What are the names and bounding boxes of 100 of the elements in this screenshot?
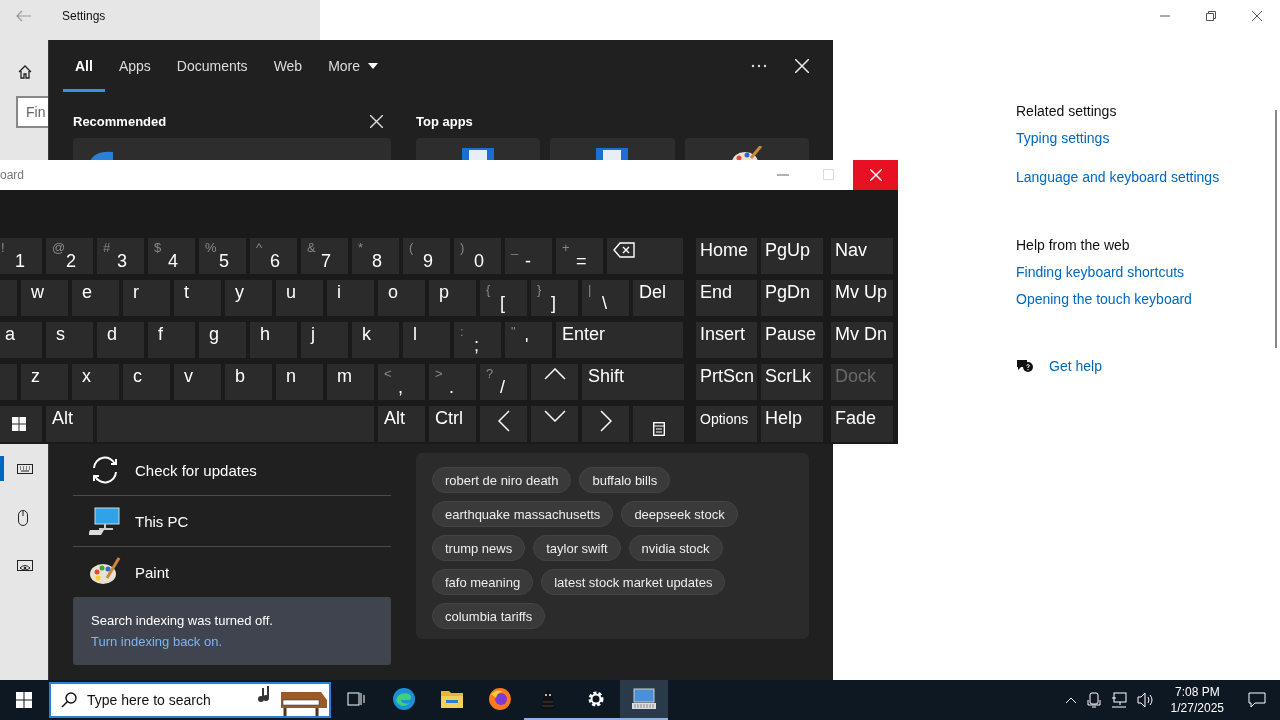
search-input[interactable]: Type here to search	[85, 691, 249, 709]
keyboard-key[interactable]: b	[225, 364, 272, 400]
keyboard-key[interactable]: Ctrl	[429, 406, 476, 442]
keyboard-key[interactable]: ? /	[480, 364, 527, 400]
keyboard-key[interactable]: } ]	[531, 280, 578, 316]
keyboard-key[interactable]: $ 4	[148, 238, 195, 274]
tab[interactable]: More	[316, 40, 391, 92]
keyboard-key[interactable]: : ;	[454, 322, 501, 358]
keyboard-key[interactable]: Mv Up	[831, 280, 893, 316]
search-chip[interactable]: deepseek stock	[621, 501, 738, 527]
keyboard-key[interactable]: | \	[582, 280, 629, 316]
keyboard-key[interactable]: ! 1	[0, 238, 42, 274]
close-icon[interactable]	[1252, 11, 1262, 21]
clock-time[interactable]: 7:08 PM	[1174, 684, 1220, 700]
scrollbar[interactable]	[1275, 110, 1277, 348]
search-chip[interactable]: fafo meaning	[432, 569, 534, 595]
keyboard-key[interactable]: r	[123, 280, 170, 316]
keyboard-key[interactable]: Options	[696, 406, 757, 442]
settings-link[interactable]: Typing settings	[1016, 127, 1110, 149]
keyboard-key[interactable]: < ,	[378, 364, 425, 400]
arrow-key[interactable]	[531, 364, 578, 400]
tab[interactable]: Apps	[106, 40, 163, 92]
keyboard-key[interactable]: PrtScn	[696, 364, 757, 400]
keyboard-key[interactable]: z	[21, 364, 68, 400]
search-field[interactable]: Type here to search	[49, 682, 331, 718]
keyboard-key[interactable]: n	[276, 364, 323, 400]
search-chip[interactable]: trump news	[432, 535, 526, 561]
keyboard-key[interactable]: Mv Dn	[831, 322, 893, 358]
keyboard-key[interactable]: j	[301, 322, 348, 358]
search-chip[interactable]: nvidia stock	[628, 535, 723, 561]
keyboard-key[interactable]: { [	[480, 280, 527, 316]
keyboard-key[interactable]: Shift	[582, 364, 684, 400]
network-icon[interactable]	[1110, 692, 1127, 708]
keyboard-key[interactable]: Help	[761, 406, 823, 442]
keyboard-key[interactable]: k	[352, 322, 399, 358]
search-chip[interactable]: earthquake massachusetts	[432, 501, 614, 527]
keyboard-key[interactable]: Alt	[378, 406, 425, 442]
arrow-key[interactable]	[531, 406, 578, 442]
keyboard-key[interactable]: Fade	[831, 406, 893, 442]
keyboard-key[interactable]: a	[0, 322, 42, 358]
help-link[interactable]: Opening the touch keyboard	[1016, 288, 1192, 310]
keyboard-key[interactable]: m	[327, 364, 374, 400]
search-chip[interactable]: columbia tariffs	[432, 603, 546, 629]
clock-date[interactable]: 1/27/2025	[1170, 700, 1224, 716]
keyboard-key[interactable]: l	[403, 322, 450, 358]
volume-icon[interactable]	[1136, 692, 1155, 708]
notification-icon[interactable]	[1248, 692, 1266, 708]
keyboard-key[interactable]: End	[696, 280, 757, 316]
keyboard-key[interactable]: f	[148, 322, 195, 358]
tab[interactable]: All	[63, 40, 105, 92]
get-help-link[interactable]: Get help	[1049, 355, 1102, 377]
keyboard-key[interactable]: ^ 6	[250, 238, 297, 274]
keyboard-key[interactable]: ) 0	[454, 238, 501, 274]
help-link[interactable]: Finding keyboard shortcuts	[1016, 261, 1185, 283]
keyboard-key[interactable]: s	[46, 322, 93, 358]
keyboard-key[interactable]: > .	[429, 364, 476, 400]
device-icon[interactable]	[1086, 692, 1101, 708]
keyboard-key[interactable]: w	[21, 280, 68, 316]
keyboard-key[interactable]: v	[174, 364, 221, 400]
keyboard-key[interactable]: c	[123, 364, 170, 400]
arrow-key[interactable]	[582, 406, 629, 442]
windows-start-icon[interactable]	[16, 692, 32, 708]
keyboard-key[interactable]: ScrLk	[761, 364, 823, 400]
keyboard-key[interactable]: Del	[633, 280, 684, 316]
tab[interactable]: Web	[261, 40, 315, 92]
indexing-link[interactable]: Turn indexing back on.	[91, 634, 223, 649]
keyboard-key[interactable]: @ 2	[46, 238, 93, 274]
keyboard-key[interactable]: PgDn	[761, 280, 823, 316]
keyboard-key[interactable]: g	[199, 322, 246, 358]
search-chip[interactable]: taylor swift	[533, 535, 621, 561]
keyboard-key[interactable]: Home	[696, 238, 757, 274]
arrow-key[interactable]	[480, 406, 527, 442]
keyboard-key[interactable]: " '	[505, 322, 552, 358]
keyboard-key[interactable]: d	[97, 322, 144, 358]
keyboard-key[interactable]: x	[72, 364, 119, 400]
tab[interactable]: Documents	[164, 40, 260, 92]
home-icon[interactable]	[17, 64, 33, 80]
keyboard-key[interactable]: Nav	[831, 238, 893, 274]
keyboard-key[interactable]: + =	[556, 238, 603, 274]
keyboard-key[interactable]: Insert	[696, 322, 757, 358]
windows-key[interactable]	[0, 406, 42, 442]
restore-icon[interactable]	[1206, 11, 1216, 21]
menu-key[interactable]	[633, 406, 684, 442]
keyboard-key[interactable]: Pause	[761, 322, 823, 358]
keyboard-key[interactable]: Alt	[46, 406, 93, 442]
keyboard-key[interactable]: Enter	[556, 322, 683, 358]
keyboard-key[interactable]: PgUp	[761, 238, 823, 274]
keyboard-key[interactable]: % 5	[199, 238, 246, 274]
keyboard-key[interactable]: ( 9	[403, 238, 450, 274]
search-chip[interactable]: latest stock market updates	[541, 569, 726, 595]
keyboard-key[interactable]: e	[72, 280, 119, 316]
keyboard-key[interactable]: y	[225, 280, 272, 316]
keyboard-key[interactable]: # 3	[97, 238, 144, 274]
taskbar-button[interactable]	[620, 680, 668, 720]
keyboard-key[interactable]: & 7	[301, 238, 348, 274]
keyboard-key[interactable]: p	[429, 280, 476, 316]
more-options-icon[interactable]	[751, 64, 767, 68]
search-chip[interactable]: buffalo bills	[579, 467, 671, 493]
keyboard-key[interactable]: t	[174, 280, 221, 316]
keyboard-key[interactable]: * 8	[352, 238, 399, 274]
